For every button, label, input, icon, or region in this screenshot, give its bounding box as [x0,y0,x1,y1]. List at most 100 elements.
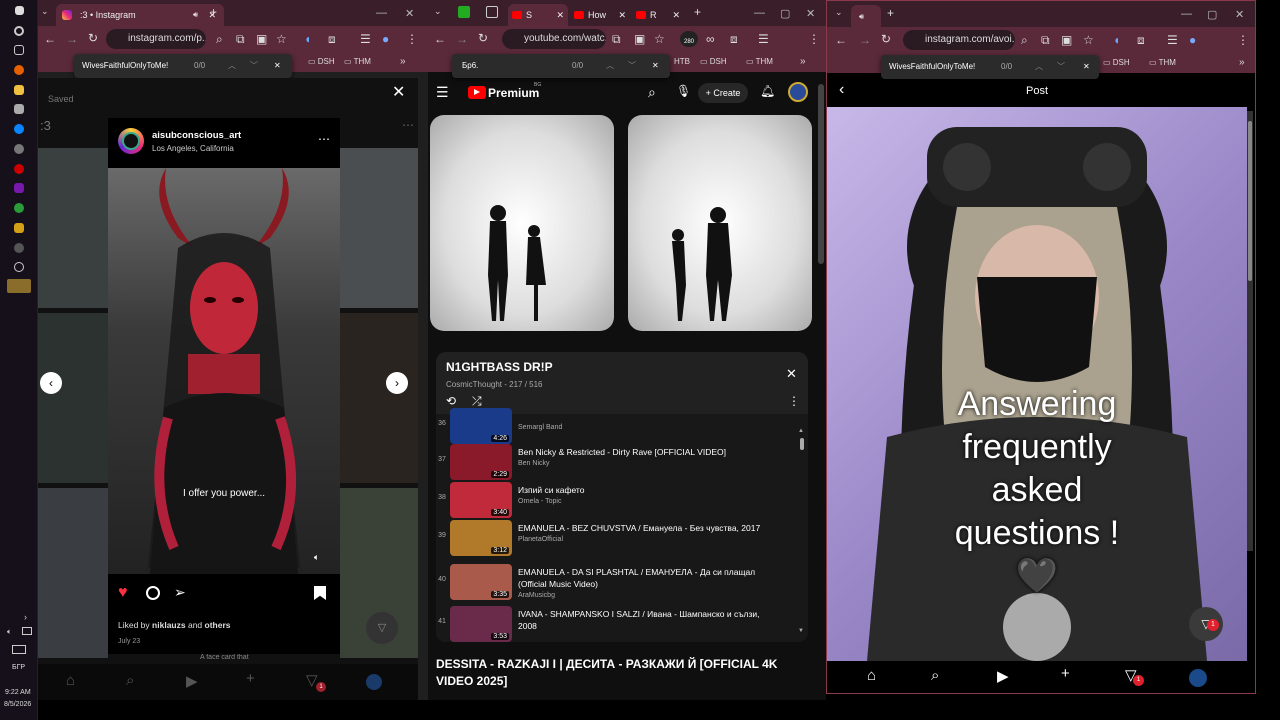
bookmark-thm[interactable]: ▭ THM [746,57,773,66]
tab-list-chevron-icon[interactable]: ⌄ [835,7,843,18]
app-icon-3[interactable] [14,223,24,233]
find-next-icon[interactable]: ﹀ [1057,55,1065,79]
youtube-logo-icon[interactable] [468,86,486,99]
volume-icon[interactable]: 🔈︎ [7,627,12,637]
playlist-item[interactable]: 37 2:29 Ben Nicky & Restricted - Dirty Rav… [436,442,796,482]
scroll-up-icon[interactable]: ▲ [798,428,804,434]
grid-thumb[interactable] [340,313,418,483]
new-tab-button[interactable]: + [694,5,701,19]
extensions-puzzle-icon[interactable]: ⧈ [328,32,336,47]
tab-list-chevron-icon[interactable]: ⌄ [434,6,442,17]
zoom-icon[interactable]: ⌕ [216,32,223,47]
back-icon[interactable]: ← [44,32,56,46]
playlist-item[interactable]: 41 3:53 IVANA - SHAMPANSKO I SALZI / Ивана… [436,604,796,642]
page-scrollbar[interactable] [1247,111,1253,551]
find-close-icon[interactable]: ✕ [652,54,659,78]
playlist-item-thumbnail[interactable]: 3:40 [450,482,512,518]
find-close-icon[interactable]: ✕ [1083,55,1090,79]
reel-video[interactable]: Answering frequently asked questions ! 🖤… [827,107,1247,661]
page-scrollbar[interactable] [818,84,824,264]
playlist-item-thumbnail[interactable]: 3:12 [450,520,512,556]
bookmark-dsh[interactable]: ▭ DSH [700,57,727,66]
keyboard-icon[interactable] [12,645,26,654]
share-icon[interactable]: ⧉ [236,32,245,47]
find-prev-icon[interactable]: ︿ [228,54,236,78]
bookmark-dsh[interactable]: ▭ DSH [308,57,335,66]
grid-thumb[interactable] [340,148,418,308]
file-explorer-icon[interactable] [14,85,24,95]
edge-icon[interactable] [14,124,24,134]
playlist-item[interactable]: 39 3:12 EMANUELA - BEZ CHUVSTVA / Емануела… [436,518,796,558]
close-window-button[interactable]: ✕ [806,7,815,20]
pinned-tab-icon[interactable] [458,6,470,18]
reels-icon[interactable]: ▶ [997,667,1009,685]
clock-app-icon[interactable] [14,262,24,272]
opera-icon[interactable] [14,164,24,174]
bookmark-star-icon[interactable]: ☆ [654,32,665,46]
prev-post-button[interactable]: ‹ [40,372,62,394]
video-player-right-frame[interactable] [628,115,812,331]
audio-playing-icon[interactable]: 🔊︎ [859,12,864,21]
maximize-button[interactable]: ▢ [780,7,790,20]
forward-icon[interactable]: → [456,32,468,46]
bookmark-star-icon[interactable]: ☆ [276,32,287,46]
profile-avatar-icon[interactable] [1189,669,1207,687]
grid-thumb[interactable] [38,148,108,308]
create-post-icon[interactable]: + [1061,665,1070,682]
menu-kebab-icon[interactable]: ⋮ [1237,33,1249,47]
playlist-close-icon[interactable]: ✕ [786,366,797,382]
playlist-item-title[interactable]: EMANUELA - DA SI PLASHTAL / ЕМАНУЕЛА - Д… [518,566,768,590]
task-view-icon[interactable] [14,45,24,55]
minimize-button[interactable]: — [376,7,387,19]
start-icon[interactable] [15,6,24,15]
find-input[interactable]: Бр6. [462,54,478,78]
next-post-button[interactable]: › [386,372,408,394]
sidebar-icon[interactable]: ☰ [1167,33,1178,47]
find-input[interactable]: WivesFaithfulOnlyToMe! [82,54,168,78]
playlist-item-title[interactable]: EMANUELA - BEZ CHUVSTVA / Емануела - Без… [518,522,768,534]
liked-by-user[interactable]: niklauzs [152,620,186,630]
extension-icon[interactable]: ▣ [256,32,267,46]
clock-time[interactable]: 9:22 AM [5,689,31,696]
share-icon[interactable]: ⧉ [1041,33,1050,48]
home-icon[interactable]: ⌂ [66,672,75,689]
profile-avatar-icon[interactable] [366,674,382,690]
search-nav-icon[interactable]: ⌕ [126,672,134,689]
playlist-item[interactable]: 36 4:26 Semargl Band [436,406,796,446]
playlist-item-thumbnail[interactable]: 3:35 [450,564,512,600]
tab-youtube-1[interactable]: S ✕ [508,4,568,26]
notifications-bell-icon[interactable]: 🔔︎ [760,84,775,98]
share-icon[interactable]: ⧉ [612,32,621,47]
hamburger-menu-icon[interactable]: ☰ [436,84,449,101]
profile-extension-icon[interactable]: ● [382,32,389,46]
comment-icon[interactable] [146,586,160,600]
close-window-button[interactable]: ✕ [405,7,414,20]
chevron-up-icon[interactable]: › [24,612,27,622]
zoom-icon[interactable]: ⌕ [1021,33,1028,48]
audio-playing-icon[interactable]: 🔊︎ [193,4,198,26]
youtube-premium-logo[interactable]: Premium [488,86,539,100]
tab-close-icon[interactable]: ✕ [618,4,626,26]
tab-close-icon[interactable]: ✕ [556,4,564,26]
bookmark-thm[interactable]: ▭ THM [344,57,371,66]
search-nav-icon[interactable]: ⌕ [931,667,939,684]
playlist-scrollbar-thumb[interactable] [800,438,804,450]
bookmark-thm[interactable]: ▭ THM [1149,58,1176,67]
pinned-tab-icon-2[interactable] [486,6,498,18]
chrome-icon[interactable] [14,203,24,213]
find-input[interactable]: WivesFaithfulOnlyToMe! [889,55,975,79]
chrome-active-icon[interactable] [7,279,31,293]
extension-icon[interactable]: ▣ [1061,33,1072,47]
grid-thumb[interactable] [38,488,108,658]
app-icon-2[interactable] [14,144,24,154]
search-icon[interactable] [14,26,24,36]
playlist-item[interactable]: 38 3:40 Изпий си кафето Ornela - Topic [436,480,796,520]
messages-icon[interactable]: ▽ [366,612,398,644]
reload-icon[interactable]: ↻ [881,32,891,46]
grid-thumb[interactable] [38,313,108,483]
sidebar-icon[interactable]: ☰ [360,32,371,46]
post-date[interactable]: July 23 [118,638,140,645]
tab-instagram[interactable]: :3 • Instagram 🔊︎ ✕ [56,4,224,26]
bookmark-htb[interactable]: HTB [674,57,690,66]
tab-youtube-2[interactable]: How ✕ [570,4,630,26]
